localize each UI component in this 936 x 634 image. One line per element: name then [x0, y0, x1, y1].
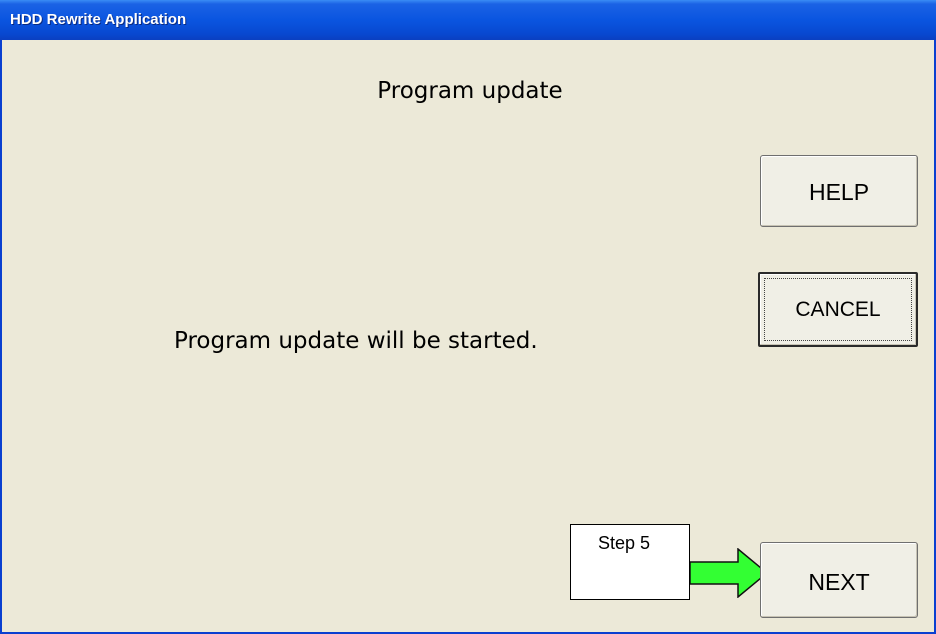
step-label: Step 5 — [598, 533, 651, 553]
step-callout: Step 5 — [570, 524, 690, 600]
cancel-button[interactable]: CANCEL — [758, 272, 918, 347]
right-arrow-icon — [690, 548, 768, 598]
status-message: Program update will be started. — [174, 328, 538, 354]
application-window: HDD Rewrite Application Program update H… — [0, 0, 936, 634]
help-button[interactable]: HELP — [760, 155, 918, 227]
cancel-button-label: CANCEL — [764, 278, 912, 341]
next-button[interactable]: NEXT — [760, 542, 918, 618]
title-bar[interactable]: HDD Rewrite Application — [0, 0, 936, 40]
page-heading: Program update — [377, 78, 563, 104]
window-title: HDD Rewrite Application — [10, 11, 187, 28]
